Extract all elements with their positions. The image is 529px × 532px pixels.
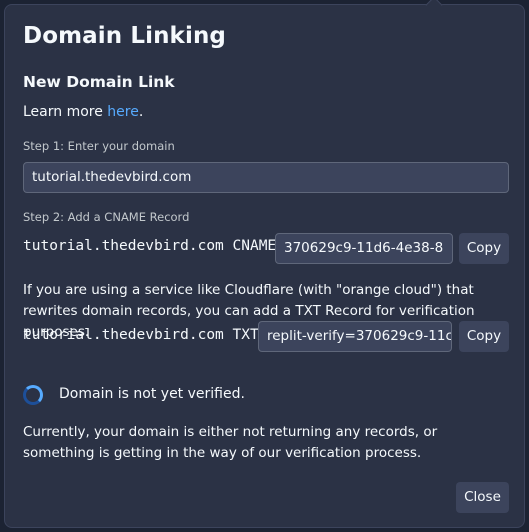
step2-label: Step 2: Add a CNAME Record	[23, 210, 190, 224]
popover-caret	[425, 0, 443, 14]
copy-txt-button[interactable]: Copy	[459, 321, 509, 352]
learn-more-prefix: Learn more	[23, 104, 108, 120]
step1-label: Step 1: Enter your domain	[23, 139, 175, 153]
txt-record-label: tutorial.thedevbird.com TXT	[23, 327, 259, 343]
section-title: New Domain Link	[23, 73, 175, 91]
learn-more-link[interactable]: here	[107, 104, 139, 120]
domain-linking-modal: Domain Linking New Domain Link Learn mor…	[4, 0, 525, 528]
learn-more-text: Learn more here.	[23, 104, 143, 120]
cname-value-field[interactable]: 370629c9-11d6-4e38-8	[275, 233, 453, 264]
learn-more-suffix: .	[138, 104, 144, 120]
verification-detail: Currently, your domain is either not ret…	[23, 424, 438, 461]
modal-title: Domain Linking	[23, 23, 226, 49]
domain-input[interactable]: tutorial.thedevbird.com	[23, 162, 509, 193]
txt-value-field[interactable]: replit-verify=370629c9-11c	[258, 321, 452, 352]
loading-spinner-icon	[23, 385, 43, 405]
close-button[interactable]: Close	[456, 482, 509, 513]
verification-status: Domain is not yet verified.	[59, 386, 245, 402]
copy-cname-button[interactable]: Copy	[459, 233, 509, 264]
cname-record-label: tutorial.thedevbird.com CNAME	[23, 238, 277, 254]
